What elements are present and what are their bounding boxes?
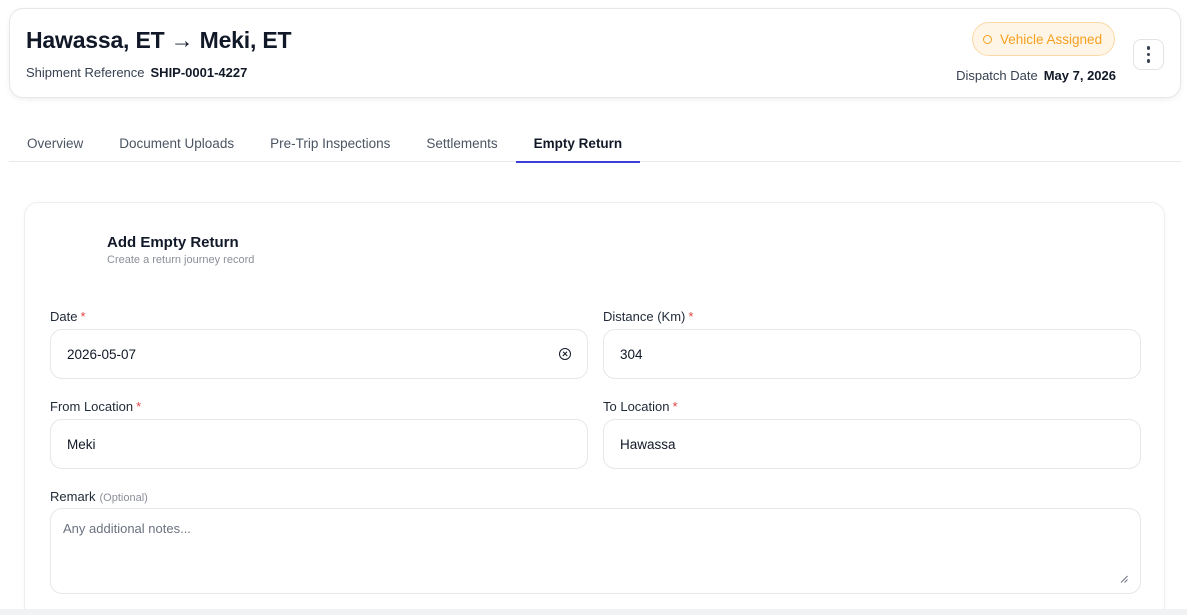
remark-field[interactable] (50, 508, 1141, 594)
date-field[interactable]: 2026-05-07 (50, 329, 588, 379)
page: Hawassa, ET → Meki, ET Shipment Referenc… (0, 0, 1187, 615)
resize-handle-icon[interactable] (1120, 575, 1128, 583)
date-label-text: Date (50, 309, 78, 324)
vertical-dots-icon (1146, 46, 1151, 50)
to-location-input[interactable] (620, 436, 1124, 452)
required-marker: * (80, 309, 86, 324)
shipment-header-card: Hawassa, ET → Meki, ET Shipment Referenc… (9, 8, 1181, 98)
status-badge: Vehicle Assigned (972, 22, 1116, 56)
tab-empty-return[interactable]: Empty Return (515, 124, 641, 163)
to-location-field[interactable] (603, 419, 1141, 469)
from-location-label: From Location * (50, 399, 141, 414)
dispatch-date-label: Dispatch Date (956, 68, 1038, 83)
shipment-reference-value: SHIP-0001-4227 (150, 65, 248, 80)
tab-document-uploads[interactable]: Document Uploads (101, 124, 252, 162)
from-location-field[interactable] (50, 419, 588, 469)
date-label: Date * (50, 309, 86, 324)
empty-return-form-card: Add Empty Return Create a return journey… (24, 202, 1165, 615)
date-value: 2026-05-07 (67, 346, 137, 362)
from-location-input[interactable] (67, 436, 571, 452)
vertical-dots-icon-dot (1146, 52, 1151, 57)
more-options-button[interactable] (1133, 39, 1164, 70)
tab-overview[interactable]: Overview (9, 124, 101, 162)
form-title: Add Empty Return (107, 234, 239, 251)
remark-label-text: Remark (50, 489, 96, 504)
distance-label-text: Distance (Km) (603, 309, 686, 324)
vertical-dots-icon-dot (1146, 59, 1151, 63)
dispatch-date: Dispatch Date May 7, 2026 (956, 68, 1116, 83)
distance-field[interactable] (603, 329, 1141, 379)
tab-bar: Overview Document Uploads Pre-Trip Inspe… (9, 124, 1181, 163)
required-marker: * (688, 309, 694, 324)
from-location-label-text: From Location (50, 399, 134, 414)
optional-marker: (Optional) (99, 492, 148, 504)
bottom-divider (0, 609, 1187, 615)
status-circle-icon (983, 34, 992, 44)
distance-input[interactable] (620, 346, 1124, 362)
required-marker: * (672, 399, 678, 414)
tab-settlements[interactable]: Settlements (408, 124, 515, 162)
shipment-reference-label: Shipment Reference (26, 65, 145, 80)
to-location-label-text: To Location (603, 399, 670, 414)
status-badge-label: Vehicle Assigned (1000, 31, 1103, 47)
clear-icon[interactable] (559, 348, 571, 360)
shipment-reference: Shipment Reference SHIP-0001-4227 (26, 65, 247, 80)
required-marker: * (136, 399, 142, 414)
form-subtitle: Create a return journey record (107, 254, 255, 266)
route-title: Hawassa, ET → Meki, ET (26, 27, 292, 53)
to-location-label: To Location * (603, 399, 678, 414)
tab-pre-trip-inspections[interactable]: Pre-Trip Inspections (252, 124, 408, 162)
dispatch-date-value: May 7, 2026 (1043, 68, 1116, 83)
distance-label: Distance (Km) * (603, 309, 693, 324)
remark-label: Remark (Optional) (50, 489, 148, 504)
remark-textarea[interactable] (63, 521, 1128, 581)
